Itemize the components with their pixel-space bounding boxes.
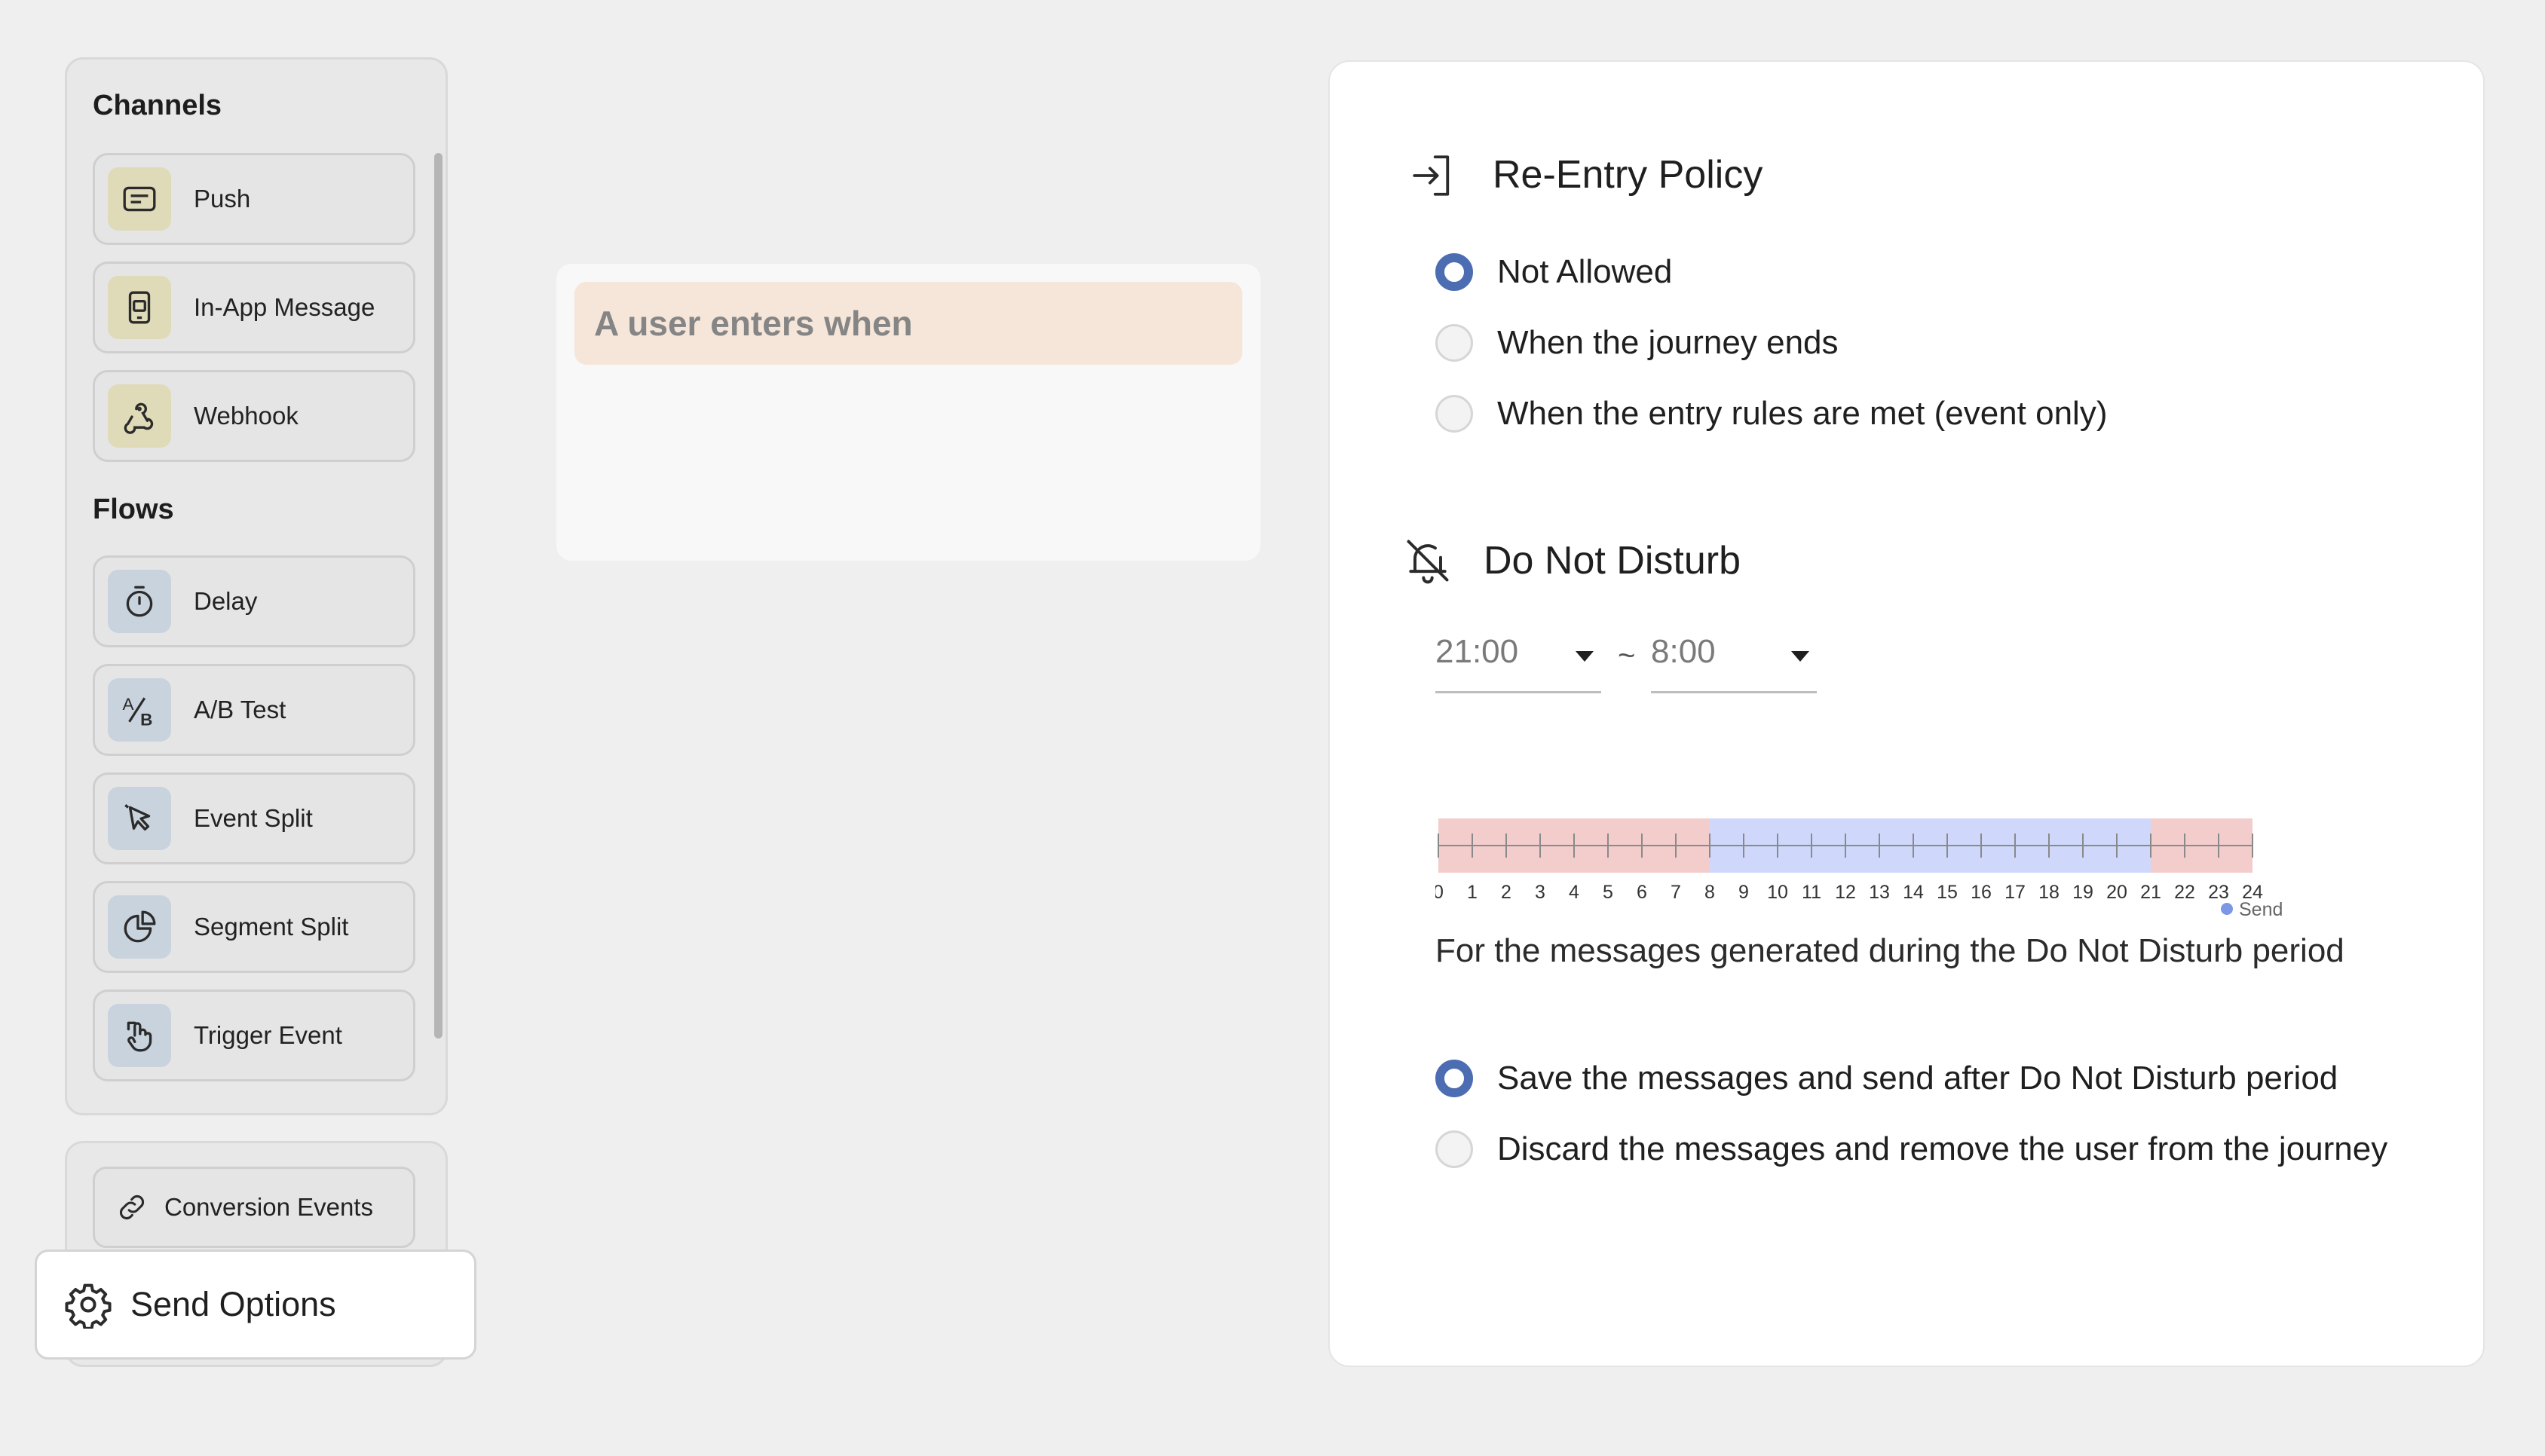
radio-selected[interactable] xyxy=(1435,1060,1473,1097)
sidebar-scrollbar[interactable] xyxy=(434,153,443,1038)
send-options-button[interactable]: Send Options xyxy=(35,1250,476,1360)
webhook-icon xyxy=(124,402,154,434)
hour-tick-label: 16 xyxy=(1971,882,1992,903)
dnd-timeline-chart: 0 1 2 3 4 5 6 7 8 9 10 11 12 13 14 15 16 17 18 19 20 21 22 23 24… xyxy=(1435,818,2283,920)
palette-item-trigger-event[interactable]: Trigger Event xyxy=(93,990,415,1081)
palette-item-label: A/B Test xyxy=(194,696,286,723)
hour-tick-label: 10 xyxy=(1767,882,1788,903)
hour-tick-label: 4 xyxy=(1569,882,1579,903)
ab-test-icon: A B xyxy=(123,695,153,729)
dnd-end-time-select[interactable]: 8:00 xyxy=(1651,626,1817,693)
hour-tick-label: 8 xyxy=(1704,882,1715,903)
caret-down-icon xyxy=(1791,651,1809,662)
hour-tick-label: 2 xyxy=(1501,882,1511,903)
reentry-option-not-allowed[interactable]: Not Allowed xyxy=(1435,253,1672,291)
palette-item-segment-split[interactable]: Segment Split xyxy=(93,881,415,973)
send-options-label: Send Options xyxy=(130,1285,336,1323)
hour-tick-label: 9 xyxy=(1738,882,1749,903)
hour-tick-label: 19 xyxy=(2072,882,2093,903)
journey-builder: Channels Push In-App Message Webhook Flo… xyxy=(0,0,2545,1456)
radio-unselected[interactable] xyxy=(1435,324,1473,362)
palette-item-push[interactable]: Push xyxy=(93,153,415,245)
hour-tick-label: 21 xyxy=(2140,882,2161,903)
hour-tick-label: 3 xyxy=(1535,882,1545,903)
hour-tick-label: 5 xyxy=(1603,882,1613,903)
palette-item-label: Delay xyxy=(194,587,258,615)
palette-item-in-app-message[interactable]: In-App Message xyxy=(93,262,415,353)
hour-tick-label: 13 xyxy=(1869,882,1890,903)
hour-tick-label: 15 xyxy=(1937,882,1958,903)
flows-section-title: Flows xyxy=(93,494,174,525)
node-palette-sidebar: Channels Push In-App Message Webhook Flo… xyxy=(65,57,448,1115)
dnd-start-time-select[interactable]: 21:00 xyxy=(1435,626,1601,693)
palette-item-ab-test[interactable]: A B A/B Test xyxy=(93,664,415,756)
channels-section-title: Channels xyxy=(93,90,222,121)
palette-item-webhook[interactable]: Webhook xyxy=(93,370,415,462)
conversion-events-label: Conversion Events xyxy=(164,1193,373,1221)
dnd-description: For the messages generated during the Do… xyxy=(1435,932,2344,969)
hour-tick-label: 14 xyxy=(1903,882,1924,903)
hour-tick-label: 1 xyxy=(1467,882,1478,903)
hour-tick-label: 20 xyxy=(2106,882,2127,903)
hour-tick-label: 22 xyxy=(2174,882,2195,903)
radio-unselected[interactable] xyxy=(1435,395,1473,433)
radio-unselected[interactable] xyxy=(1435,1130,1473,1168)
time-range-separator: ~ xyxy=(1618,639,1636,672)
do-not-disturb-title: Do Not Disturb xyxy=(1484,539,1741,583)
hour-tick-label: 23 xyxy=(2208,882,2229,903)
entry-node-card[interactable]: A user enters when xyxy=(556,264,1260,561)
gear-icon xyxy=(65,1283,112,1329)
cursor-click-icon xyxy=(124,804,151,831)
end-time-value: 8:00 xyxy=(1651,633,1716,670)
hour-tick-label: 18 xyxy=(2038,882,2060,903)
palette-item-label: Event Split xyxy=(194,804,313,832)
hour-tick-label: 17 xyxy=(2004,882,2026,903)
bell-off-icon xyxy=(1407,540,1449,584)
radio-label: Discard the messages and remove the user… xyxy=(1497,1130,2388,1167)
radio-label: When the entry rules are met (event only… xyxy=(1497,395,2108,432)
sidebar-scroll-area[interactable]: Channels Push In-App Message Webhook Flo… xyxy=(67,60,446,1113)
timer-icon xyxy=(126,586,153,617)
svg-text:A: A xyxy=(123,695,134,714)
reentry-policy-title: Re-Entry Policy xyxy=(1493,153,1763,197)
sign-in-icon xyxy=(1413,155,1450,196)
reentry-option-entry-rules-met[interactable]: When the entry rules are met (event only… xyxy=(1435,395,2107,433)
legend-label: Send xyxy=(2239,899,2283,920)
push-icon xyxy=(123,186,156,212)
hour-tick-label: 12 xyxy=(1835,882,1856,903)
palette-item-label: Webhook xyxy=(194,402,299,430)
caret-down-icon xyxy=(1576,651,1594,662)
hour-tick-label: 6 xyxy=(1637,882,1647,903)
tap-icon xyxy=(127,1021,152,1052)
svg-text:B: B xyxy=(140,710,152,729)
radio-label: Save the messages and send after Do Not … xyxy=(1497,1060,2338,1097)
hour-tick-label: 11 xyxy=(1802,882,1821,903)
radio-label: When the journey ends xyxy=(1497,324,1839,361)
link-icon xyxy=(119,1194,145,1220)
palette-item-event-split[interactable]: Event Split xyxy=(93,772,415,864)
palette-item-label: Segment Split xyxy=(194,913,349,941)
conversion-events-button[interactable]: Conversion Events xyxy=(93,1167,415,1248)
hour-tick-label: 0 xyxy=(1435,882,1444,903)
palette-item-delay[interactable]: Delay xyxy=(93,555,415,647)
reentry-option-journey-ends[interactable]: When the journey ends xyxy=(1435,324,1839,362)
palette-item-label: Push xyxy=(194,185,251,213)
in-app-message-icon xyxy=(128,291,151,324)
pie-chart-icon xyxy=(124,910,156,943)
send-options-panel: Re-Entry Policy Not Allowed When the jou… xyxy=(1328,60,2485,1367)
radio-label: Not Allowed xyxy=(1497,253,1673,290)
hour-tick-label: 7 xyxy=(1671,882,1681,903)
radio-selected[interactable] xyxy=(1435,253,1473,291)
palette-item-label: Trigger Event xyxy=(194,1021,342,1049)
legend-swatch xyxy=(2221,903,2233,915)
entry-node-title: A user enters when xyxy=(574,282,1242,365)
dnd-option-save-messages[interactable]: Save the messages and send after Do Not … xyxy=(1435,1060,2338,1097)
start-time-value: 21:00 xyxy=(1435,633,1519,670)
dnd-option-discard-messages[interactable]: Discard the messages and remove the user… xyxy=(1435,1130,2387,1168)
palette-item-label: In-App Message xyxy=(194,293,375,321)
